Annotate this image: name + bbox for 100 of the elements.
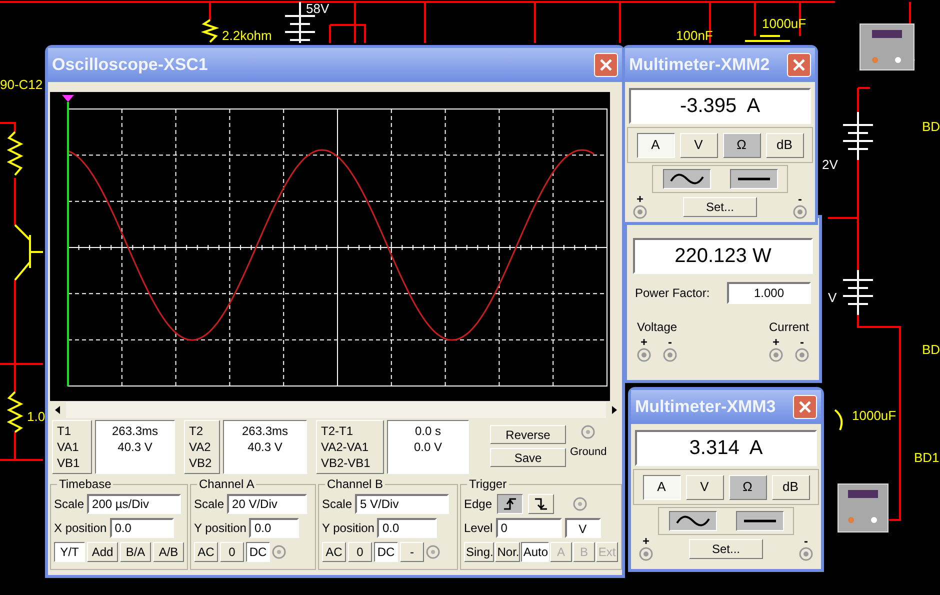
terminal-sign: +: [636, 193, 644, 205]
scale-field[interactable]: 20 V/Div: [227, 494, 308, 514]
terminal-sign: +: [772, 336, 780, 348]
mode-button[interactable]: Auto: [521, 542, 550, 562]
component-label: 1000uF: [852, 409, 896, 423]
mode-button[interactable]: DC: [246, 542, 270, 562]
close-button[interactable]: [594, 53, 618, 77]
readout-label: T1: [57, 423, 72, 439]
function-button[interactable]: A: [636, 132, 674, 158]
field-label: Power Factor:: [635, 285, 710, 302]
terminal-sign: +: [640, 336, 648, 348]
terminal-icon[interactable]: [799, 547, 813, 561]
mode-button[interactable]: Nor.: [495, 542, 520, 562]
window-title: Multimeter-XMM2: [629, 54, 770, 76]
instrument-icon[interactable]: [838, 484, 888, 532]
radio-icon[interactable]: [581, 425, 596, 439]
ac-mode-button[interactable]: [662, 169, 710, 189]
component-label: 1.0: [27, 410, 46, 424]
dc-mode-button[interactable]: [736, 511, 784, 531]
mode-button[interactable]: 0: [348, 542, 372, 562]
function-button[interactable]: V: [680, 132, 718, 158]
component-label: 2V: [822, 158, 838, 172]
mode-button[interactable]: B/A: [120, 542, 151, 562]
readout-label: T2: [189, 423, 204, 439]
close-button[interactable]: [787, 53, 811, 77]
mode-button[interactable]: -: [400, 542, 424, 562]
position-field[interactable]: 0.0: [249, 518, 300, 538]
component-label: BD1: [914, 451, 940, 465]
function-button[interactable]: A: [642, 474, 680, 500]
field-label: Scale: [322, 496, 352, 513]
scale-field[interactable]: 5 V/Div: [355, 494, 450, 514]
edge-button[interactable]: [497, 494, 524, 514]
terminal-icon[interactable]: [768, 348, 783, 362]
set-button[interactable]: Set...: [689, 539, 763, 559]
terminal-sign: -: [798, 193, 802, 205]
field-label: Level: [464, 520, 493, 537]
mode-button[interactable]: AC: [194, 542, 218, 562]
readout-label: VB2: [189, 455, 213, 471]
scale-field[interactable]: 200 µs/Div: [87, 494, 182, 514]
field-label: X position: [54, 520, 107, 537]
group-title: Timebase: [57, 477, 114, 491]
terminal-sign: +: [642, 535, 650, 547]
terminal-icon[interactable]: [639, 547, 653, 561]
function-button[interactable]: dB: [772, 474, 810, 500]
unit-field[interactable]: V: [564, 518, 601, 538]
position-field[interactable]: 0.0: [110, 518, 174, 538]
mode-button[interactable]: 0: [220, 542, 244, 562]
component-label: 58V: [306, 2, 330, 16]
instrument-icon[interactable]: [860, 24, 914, 70]
action-button[interactable]: Save: [490, 448, 566, 467]
dc-mode-button[interactable]: [730, 169, 778, 189]
mode-button[interactable]: Y/T: [54, 542, 85, 562]
terminal-icon[interactable]: [794, 348, 809, 362]
cursor-line[interactable]: [62, 95, 74, 386]
terminal-icon[interactable]: [637, 348, 652, 362]
power-factor-field: 1.000: [727, 282, 811, 304]
field-label: Edge: [464, 496, 492, 513]
mode-button[interactable]: DC: [374, 542, 398, 562]
close-icon: [599, 58, 613, 72]
terminal-sign: -: [800, 336, 804, 348]
terminal-icon[interactable]: [633, 205, 647, 219]
component-label: 2.2kohm: [222, 29, 272, 43]
level-field[interactable]: 0: [496, 518, 562, 538]
terminal-group-label: Current: [768, 319, 809, 336]
window-title: Multimeter-XMM3: [635, 396, 776, 418]
component-label: 90-C12: [0, 78, 43, 92]
component-label: BD: [922, 343, 940, 357]
radio-icon[interactable]: [272, 545, 286, 559]
readout-value: 263.3ms: [242, 423, 288, 439]
set-button[interactable]: Set...: [683, 197, 757, 217]
radio-icon[interactable]: [426, 545, 440, 559]
component-label: BD: [922, 120, 940, 134]
terminal-icon[interactable]: [793, 205, 807, 219]
readout-value: 0.0 s: [414, 423, 441, 439]
function-button[interactable]: Ω: [728, 474, 766, 500]
action-button[interactable]: Reverse: [490, 425, 566, 444]
reading-display: 3.314 A: [635, 430, 817, 466]
readout-label: T2-T1: [321, 423, 354, 439]
mode-button[interactable]: A/B: [153, 542, 184, 562]
mode-button[interactable]: Sing.: [464, 542, 494, 562]
position-field[interactable]: 0.0: [377, 518, 438, 538]
close-button[interactable]: [793, 395, 817, 419]
reading-display: -3.395 A: [629, 88, 811, 124]
scroll-left-icon[interactable]: [50, 402, 66, 418]
scrollbar[interactable]: [50, 402, 622, 418]
mode-button[interactable]: AC: [322, 542, 346, 562]
group-title: Channel A: [197, 477, 256, 491]
mode-button[interactable]: Add: [87, 542, 118, 562]
function-button[interactable]: dB: [766, 132, 804, 158]
terminal-sign: -: [804, 535, 808, 547]
field-label: Scale: [194, 496, 224, 513]
ac-mode-button[interactable]: [668, 511, 716, 531]
readout-label: VA1: [57, 439, 80, 455]
window-title: Oscilloscope-XSC1: [52, 54, 208, 76]
terminal-sign: -: [668, 336, 672, 348]
field-label: Scale: [54, 496, 84, 513]
function-button[interactable]: V: [686, 474, 724, 500]
terminal-icon[interactable]: [663, 348, 678, 362]
radio-icon[interactable]: [573, 497, 588, 511]
function-button[interactable]: Ω: [722, 132, 760, 158]
